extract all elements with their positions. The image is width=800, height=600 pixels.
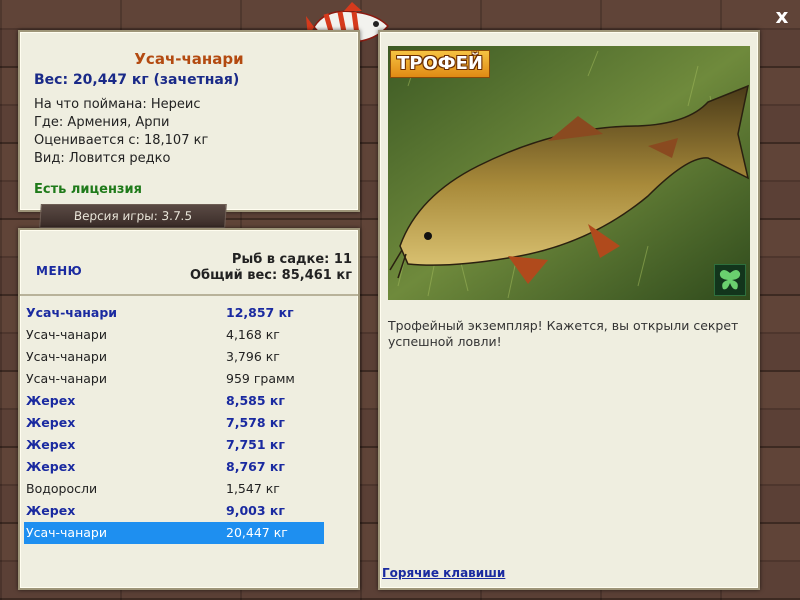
license-status: Есть лицензия <box>34 182 142 197</box>
trophy-badge: ТРОФЕЙ <box>390 50 490 78</box>
catch-row-name: Усач-чанари <box>26 349 107 364</box>
catch-row-weight: 8,767 кг <box>226 459 285 474</box>
catch-row-name: Усач-чанари <box>26 327 107 342</box>
catch-row[interactable]: Усач-чанари 20,447 кг <box>24 522 324 544</box>
fish-details: На что поймана: Нереис Где: Армения, Арп… <box>34 96 208 168</box>
catch-row-name: Жерех <box>26 415 76 430</box>
bait-line: На что поймана: Нереис <box>34 97 201 112</box>
catch-row-name: Жерех <box>26 459 76 474</box>
catch-row[interactable]: Усач-чанари 959 грамм <box>24 368 324 390</box>
fish-title: Усач-чанари <box>134 50 244 68</box>
butterfly-button[interactable] <box>714 264 746 296</box>
catch-row[interactable]: Жерех 7,751 кг <box>24 434 324 456</box>
trophy-detail-panel: ТРОФЕЙ Трофейный экземпляр! Кажется, вы … <box>378 30 760 590</box>
fish-photo <box>388 46 750 300</box>
catch-row-name: Усач-чанари <box>26 305 118 320</box>
catch-row-weight: 12,857 кг <box>226 305 294 320</box>
hotkeys-link[interactable]: Горячие клавиши <box>382 566 505 580</box>
close-button[interactable]: x <box>770 4 794 28</box>
catch-row[interactable]: Усач-чанари 12,857 кг <box>24 302 324 324</box>
catch-row-weight: 3,796 кг <box>226 349 280 364</box>
catch-row-name: Жерех <box>26 393 76 408</box>
catch-row-name: Усач-чанари <box>26 525 107 540</box>
catch-stats: Рыб в садке: 11 Общий вес: 85,461 кг <box>190 252 352 284</box>
catch-row-weight: 959 грамм <box>226 371 295 386</box>
catch-row-weight: 20,447 кг <box>226 525 288 540</box>
catch-row-name: Водоросли <box>26 481 98 496</box>
game-version-label: Версия игры: 3.7.5 <box>39 204 227 228</box>
fish-count: Рыб в садке: 11 <box>231 252 352 267</box>
value-line: Оценивается с: 18,107 кг <box>34 133 209 148</box>
catch-row-name: Жерех <box>26 437 76 452</box>
fish-weight: Вес: 20,447 кг (зачетная) <box>34 72 240 88</box>
fish-info-panel: Усач-чанари Вес: 20,447 кг (зачетная) На… <box>18 30 360 212</box>
catch-row[interactable]: Жерех 8,585 кг <box>24 390 324 412</box>
list-divider <box>20 294 358 296</box>
catch-row-name: Усач-чанари <box>26 371 107 386</box>
catch-row[interactable]: Водоросли 1,547 кг <box>24 478 324 500</box>
trophy-description: Трофейный экземпляр! Кажется, вы открыли… <box>388 318 739 349</box>
catch-row-weight: 4,168 кг <box>226 327 280 342</box>
catch-list: Усач-чанари 12,857 кг Усач-чанари 4,168 кг У… <box>24 302 324 544</box>
catch-row-weight: 7,578 кг <box>226 415 285 430</box>
total-weight: Общий вес: 85,461 кг <box>189 268 352 283</box>
catch-row-name: Жерех <box>26 503 76 518</box>
catch-panel: МЕНЮ Рыб в садке: 11 Общий вес: 85,461 к… <box>18 228 360 590</box>
catch-row[interactable]: Жерех 8,767 кг <box>24 456 324 478</box>
catch-row-weight: 1,547 кг <box>226 481 280 496</box>
catch-row[interactable]: Жерех 7,578 кг <box>24 412 324 434</box>
butterfly-icon <box>719 270 741 290</box>
catch-row-weight: 8,585 кг <box>226 393 285 408</box>
rarity-line: Вид: Ловится редко <box>34 151 171 166</box>
location-line: Где: Армения, Арпи <box>34 115 170 130</box>
catch-row[interactable]: Жерех 9,003 кг <box>24 500 324 522</box>
menu-button[interactable]: МЕНЮ <box>36 264 82 278</box>
catch-row[interactable]: Усач-чанари 4,168 кг <box>24 324 324 346</box>
catch-row-weight: 9,003 кг <box>226 503 285 518</box>
catch-row[interactable]: Усач-чанари 3,796 кг <box>24 346 324 368</box>
catch-row-weight: 7,751 кг <box>226 437 285 452</box>
